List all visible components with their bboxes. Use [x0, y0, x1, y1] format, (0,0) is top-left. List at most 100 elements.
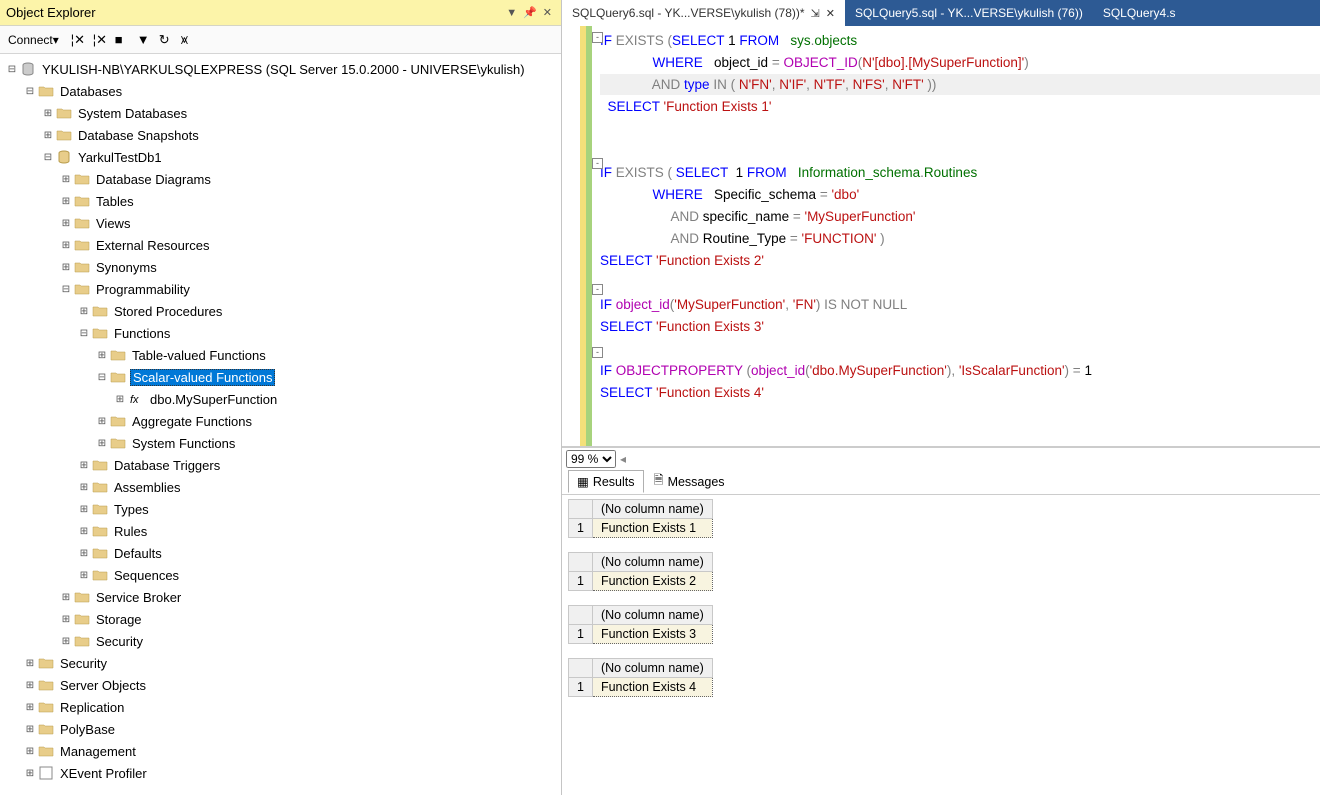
expand-icon[interactable]: ⊞: [60, 614, 72, 625]
row-number[interactable]: 1: [569, 678, 593, 697]
object-explorer-tree[interactable]: ⊟YKULISH-NB\YARKULSQLEXPRESS (SQL Server…: [0, 54, 561, 795]
tree-node[interactable]: ⊟Functions: [0, 322, 561, 344]
row-number[interactable]: 1: [569, 519, 593, 538]
disconnect-icon[interactable]: ¦✕: [67, 30, 85, 50]
expand-icon[interactable]: ⊞: [78, 526, 90, 537]
tree-node[interactable]: ⊞Tables: [0, 190, 561, 212]
expand-icon[interactable]: ⊞: [60, 592, 72, 603]
tree-node[interactable]: ⊞Replication: [0, 696, 561, 718]
filter-icon[interactable]: ▼: [133, 30, 151, 49]
expand-icon[interactable]: ⊞: [24, 658, 36, 669]
refresh-icon[interactable]: ↻: [155, 30, 173, 50]
disconnect-all-icon[interactable]: ¦✕: [89, 30, 107, 50]
expand-icon[interactable]: ⊞: [24, 680, 36, 691]
tree-node[interactable]: ⊞Management: [0, 740, 561, 762]
expand-icon[interactable]: ⊞: [96, 350, 108, 361]
tree-node[interactable]: ⊞Defaults: [0, 542, 561, 564]
fold-icon[interactable]: -: [592, 158, 603, 169]
expand-icon[interactable]: ⊞: [96, 416, 108, 427]
expand-icon[interactable]: ⊞: [42, 108, 54, 119]
result-grid[interactable]: (No column name)1Function Exists 2: [568, 552, 1314, 591]
expand-icon[interactable]: ⊟: [78, 328, 90, 339]
column-header[interactable]: (No column name): [592, 500, 712, 519]
expand-icon[interactable]: ⊞: [114, 394, 126, 405]
tree-node[interactable]: ⊞fxdbo.MySuperFunction: [0, 388, 561, 410]
tree-node[interactable]: ⊞Synonyms: [0, 256, 561, 278]
expand-icon[interactable]: ⊟: [42, 152, 54, 163]
expand-icon[interactable]: ⊞: [96, 438, 108, 449]
code-content[interactable]: IF EXISTS (SELECT 1 FROM sys.objects WHE…: [562, 26, 1320, 408]
result-cell[interactable]: Function Exists 1: [592, 519, 712, 538]
tree-node[interactable]: ⊞Assemblies: [0, 476, 561, 498]
tree-node[interactable]: ⊟Scalar-valued Functions: [0, 366, 561, 388]
tree-node[interactable]: ⊞Security: [0, 652, 561, 674]
document-tab[interactable]: SQLQuery4.s: [1093, 0, 1186, 26]
expand-icon[interactable]: ⊟: [60, 284, 72, 295]
expand-icon[interactable]: ⊟: [6, 64, 18, 75]
zoom-select[interactable]: 99 %: [566, 450, 616, 468]
row-number[interactable]: 1: [569, 625, 593, 644]
expand-icon[interactable]: ⊟: [24, 86, 36, 97]
tree-node[interactable]: ⊞Stored Procedures: [0, 300, 561, 322]
tree-node[interactable]: ⊞Storage: [0, 608, 561, 630]
tree-node[interactable]: ⊞Table-valued Functions: [0, 344, 561, 366]
pin-icon[interactable]: 📌: [523, 6, 537, 19]
pin-icon[interactable]: ⇲: [811, 7, 820, 20]
tree-node[interactable]: ⊞Types: [0, 498, 561, 520]
results-tab[interactable]: ▦ Results: [568, 470, 644, 493]
tree-node[interactable]: ⊞Rules: [0, 520, 561, 542]
expand-icon[interactable]: ⊞: [24, 746, 36, 757]
expand-icon[interactable]: ⊞: [78, 504, 90, 515]
expand-icon[interactable]: ⊞: [78, 482, 90, 493]
expand-icon[interactable]: ⊞: [60, 174, 72, 185]
results-pane[interactable]: (No column name)1Function Exists 1(No co…: [562, 495, 1320, 795]
expand-icon[interactable]: ⊞: [60, 218, 72, 229]
column-header[interactable]: (No column name): [592, 659, 712, 678]
tree-node[interactable]: ⊞XEvent Profiler: [0, 762, 561, 784]
row-number[interactable]: 1: [569, 572, 593, 591]
tree-node[interactable]: ⊟Databases: [0, 80, 561, 102]
stop-icon[interactable]: ■: [111, 30, 129, 49]
tree-node[interactable]: ⊞Views: [0, 212, 561, 234]
expand-icon[interactable]: ⊞: [24, 768, 36, 779]
expand-icon[interactable]: ⊞: [24, 702, 36, 713]
expand-icon[interactable]: ⊟: [96, 372, 108, 383]
document-tab[interactable]: SQLQuery5.sql - YK...VERSE\ykulish (76)): [845, 0, 1093, 26]
fold-icon[interactable]: -: [592, 347, 603, 358]
close-icon[interactable]: ✕: [543, 6, 552, 19]
expand-icon[interactable]: ⊞: [60, 240, 72, 251]
expand-icon[interactable]: ⊞: [42, 130, 54, 141]
document-tab[interactable]: SQLQuery6.sql - YK...VERSE\ykulish (78))…: [562, 0, 845, 26]
result-cell[interactable]: Function Exists 3: [592, 625, 712, 644]
tree-node[interactable]: ⊞Sequences: [0, 564, 561, 586]
result-grid[interactable]: (No column name)1Function Exists 1: [568, 499, 1314, 538]
tree-node[interactable]: ⊞Security: [0, 630, 561, 652]
expand-icon[interactable]: ⊞: [24, 724, 36, 735]
tree-node[interactable]: ⊟Programmability: [0, 278, 561, 300]
activity-icon[interactable]: ⩙: [177, 30, 195, 50]
column-header[interactable]: (No column name): [592, 553, 712, 572]
expand-icon[interactable]: ⊞: [78, 306, 90, 317]
result-cell[interactable]: Function Exists 2: [592, 572, 712, 591]
result-grid[interactable]: (No column name)1Function Exists 4: [568, 658, 1314, 697]
expand-icon[interactable]: ⊞: [78, 460, 90, 471]
connect-button[interactable]: Connect ▾: [4, 31, 63, 49]
tree-node[interactable]: ⊞Database Diagrams: [0, 168, 561, 190]
dropdown-icon[interactable]: ▼: [506, 7, 517, 19]
sql-editor[interactable]: - - - - IF EXISTS (SELECT 1 FROM sys.obj…: [562, 26, 1320, 447]
fold-icon[interactable]: -: [592, 284, 603, 295]
messages-tab[interactable]: 🗎 Messages: [646, 468, 733, 495]
result-cell[interactable]: Function Exists 4: [592, 678, 712, 697]
expand-icon[interactable]: ⊞: [78, 570, 90, 581]
tree-node[interactable]: ⊞Aggregate Functions: [0, 410, 561, 432]
expand-icon[interactable]: ⊞: [78, 548, 90, 559]
tree-node[interactable]: ⊞Service Broker: [0, 586, 561, 608]
tree-node[interactable]: ⊞Database Snapshots: [0, 124, 561, 146]
fold-icon[interactable]: -: [592, 32, 603, 43]
tree-node[interactable]: ⊟YKULISH-NB\YARKULSQLEXPRESS (SQL Server…: [0, 58, 561, 80]
tree-node[interactable]: ⊞PolyBase: [0, 718, 561, 740]
expand-icon[interactable]: ⊞: [60, 196, 72, 207]
result-grid[interactable]: (No column name)1Function Exists 3: [568, 605, 1314, 644]
tree-node[interactable]: ⊞Database Triggers: [0, 454, 561, 476]
tree-node[interactable]: ⊞External Resources: [0, 234, 561, 256]
